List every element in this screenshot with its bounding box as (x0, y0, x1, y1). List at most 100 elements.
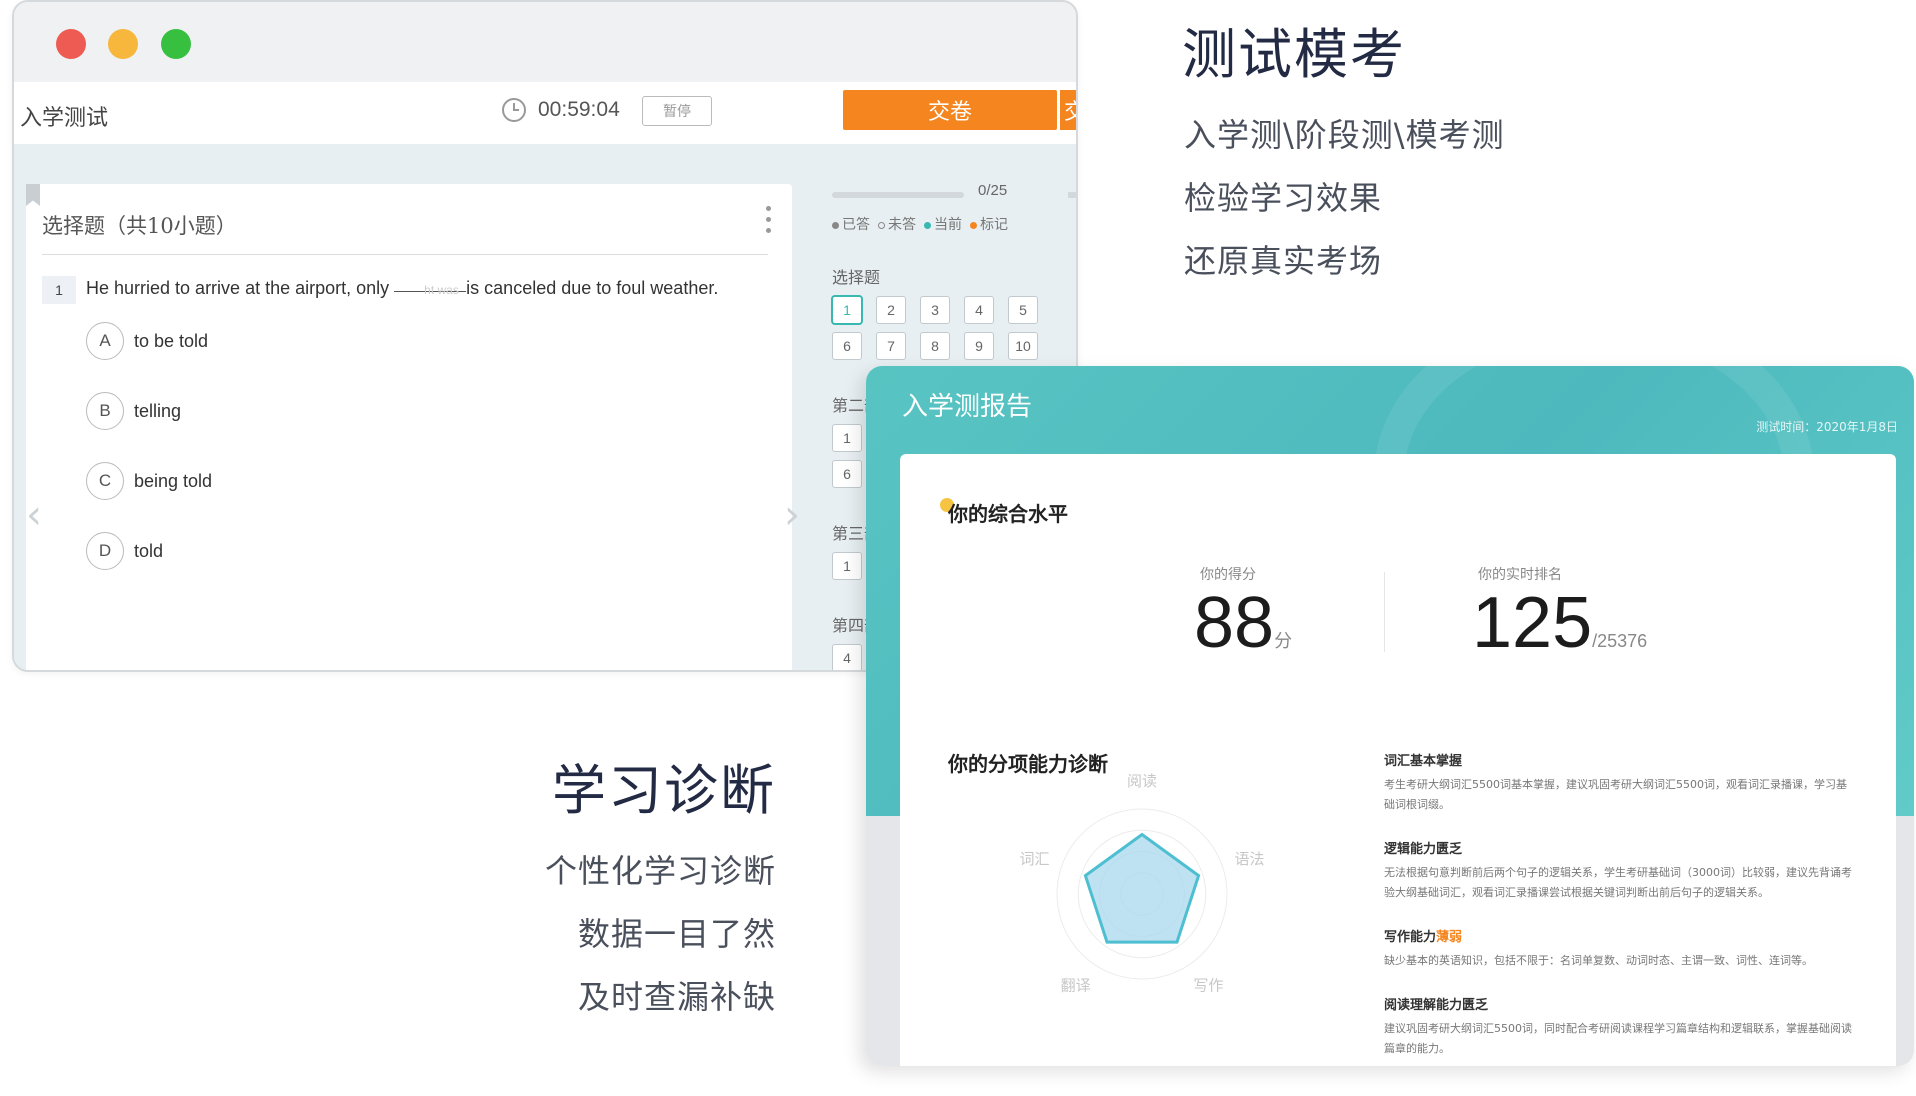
promo-bottom-line-1: 个性化学习诊断 (544, 852, 776, 890)
exam-title: 入学测试 (20, 106, 109, 131)
option-letter: D (86, 532, 124, 570)
question-number-row: 12345 (832, 296, 1038, 324)
option-b[interactable]: B telling (86, 392, 181, 430)
legend-marked: 标记 (970, 214, 1008, 234)
report-window: 入学测报告 测试时间：2020年1月8日 你的综合水平 你的得分 88分 你的实… (866, 366, 1914, 1066)
option-c[interactable]: C being told (86, 462, 212, 500)
radar-axis-label: 词汇 (1020, 850, 1050, 868)
rank-value: 125/25376 (1472, 582, 1647, 664)
submit-button-secondary[interactable]: 交 (1060, 90, 1076, 130)
rank-number: 125 (1472, 583, 1593, 663)
promo-top-line-1: 入学测\阶段测\模考测 (1184, 116, 1505, 154)
radar-axis-label: 语法 (1234, 850, 1264, 868)
overall-heading: 你的综合水平 (948, 502, 1068, 526)
radar-area (1083, 832, 1201, 944)
submit-button[interactable]: 交卷 (843, 90, 1057, 130)
diagnosis-text: 无法根据句意判断前后两个句子的逻辑关系，学生考研基础词（3000词）比较弱，建议… (1384, 866, 1852, 899)
group-label: 选择题 (832, 268, 881, 287)
next-question-icon[interactable]: › (784, 492, 800, 538)
option-d[interactable]: D told (86, 532, 163, 570)
radar-axis-label: 阅读 (1127, 772, 1157, 790)
promo-top-line-3: 还原真实考场 (1184, 242, 1383, 280)
radar-axis-label: 写作 (1193, 976, 1223, 994)
option-text: told (134, 540, 164, 561)
diagnosis-text: 缺少基本的英语知识，包括不限于：名词单复数、动词时态、主谓一致、词性、连词等。 (1384, 954, 1813, 967)
promo-top-title: 测试模考 (1182, 23, 1406, 86)
diagnosis-weak-tag: 薄弱 (1436, 930, 1463, 945)
ability-radar-chart: 阅读语法写作 翻译 词汇 (1020, 772, 1265, 994)
option-letter: A (86, 322, 124, 360)
report-card: 你的综合水平 你的得分 88分 你的实时排名 125/25376 你的分项能力诊… (900, 454, 1896, 1066)
report-title: 入学测报告 (902, 392, 1033, 422)
question-text: He hurried to arrive at the airport, onl… (86, 278, 718, 299)
option-text: being told (134, 470, 213, 491)
blank-hint: ht was (424, 283, 459, 297)
bookmark-icon[interactable] (26, 184, 40, 206)
question-blank: ht was (394, 278, 467, 297)
clock-icon (502, 98, 526, 122)
rank-total: /25376 (1592, 631, 1648, 651)
diagnosis-item-4: 阅读理解能力匮乏 建议巩固考研大纲词汇5500词，同时配合考研阅读课程学习篇章结… (1384, 994, 1854, 1059)
answer-sheet-question-button[interactable]: 1 (832, 424, 862, 452)
more-options-icon[interactable] (766, 206, 772, 236)
diagnosis-text: 建议巩固考研大纲词汇5500词，同时配合考研阅读课程学习篇章结构和逻辑联系，掌握… (1384, 1022, 1852, 1055)
section-title: 选择题（共10小题） (42, 214, 237, 238)
timer-value: 00:59:04 (538, 98, 620, 121)
diagnosis-title: 阅读理解能力匮乏 (1384, 998, 1489, 1013)
score-value: 88分 (1194, 582, 1292, 664)
diagnosis-item-3: 写作能力薄弱 缺少基本的英语知识，包括不限于：名词单复数、动词时态、主谓一致、词… (1384, 926, 1854, 971)
progress-text: 0/25 (978, 182, 1008, 199)
progress-bar (832, 192, 964, 198)
answer-sheet-question-button[interactable]: 6 (832, 332, 862, 360)
answer-legend: 已答 未答 当前 标记 (832, 214, 1008, 234)
minimize-window-button[interactable] (108, 29, 138, 59)
legend-current: 当前 (924, 214, 962, 234)
answer-sheet-question-button[interactable]: 6 (832, 460, 862, 488)
question-card: 选择题（共10小题） 1 He hurried to arrive at the… (26, 184, 800, 670)
score-number: 88 (1194, 583, 1275, 663)
question-text-after: is canceled due to foul weather. (466, 278, 719, 298)
question-text-before: He hurried to arrive at the airport, onl… (86, 278, 390, 298)
rank-label: 你的实时排名 (1478, 567, 1562, 583)
legend-todo: 未答 (878, 214, 916, 234)
pause-button[interactable]: 暂停 (642, 96, 712, 126)
option-letter: C (86, 462, 124, 500)
promo-bottom-title: 学习诊断 (552, 759, 776, 822)
promo-bottom-line-2: 数据一目了然 (577, 915, 776, 953)
diagnosis-title: 写作能力薄弱 (1384, 926, 1854, 945)
option-text: telling (134, 400, 182, 421)
diagnosis-title-text: 写作能力 (1384, 930, 1437, 945)
answer-sheet-question-button[interactable]: 7 (876, 332, 906, 360)
option-text: to be told (134, 330, 209, 351)
score-label: 你的得分 (1200, 567, 1256, 583)
previous-question-icon[interactable]: ‹ (26, 492, 42, 538)
diagnosis-item-2: 逻辑能力匮乏 无法根据句意判断前后两个句子的逻辑关系，学生考研基础词（3000词… (1384, 838, 1854, 903)
question-number-row: 6 7 8 9 10 (832, 332, 1038, 360)
answer-sheet-question-button[interactable]: 1 (832, 296, 862, 324)
answer-sheet-question-button[interactable]: 8 (920, 332, 950, 360)
exam-header: 入学测试 00:59:04 暂停 交卷 交 (14, 82, 1076, 144)
diagnosis-title: 词汇基本掌握 (1384, 754, 1463, 769)
window-titlebar (14, 2, 1076, 82)
answer-sheet-question-button[interactable]: 10 (1008, 332, 1038, 360)
divider (42, 254, 768, 255)
answer-sheet-question-button[interactable]: 9 (964, 332, 994, 360)
diagnosis-title: 逻辑能力匮乏 (1384, 842, 1463, 857)
answer-sheet-question-button[interactable]: 5 (1008, 296, 1038, 324)
option-a[interactable]: A to be told (86, 322, 208, 360)
promo-bottom-line-3: 及时查漏补缺 (577, 978, 776, 1016)
answer-sheet-question-button[interactable]: 3 (920, 296, 950, 324)
answer-sheet-question-button[interactable]: 1 (832, 552, 862, 580)
question-number: 1 (42, 276, 76, 304)
diagnosis-text: 考生考研大纲词汇5500词基本掌握，建议巩固考研大纲词汇5500词，观看词汇录播… (1384, 778, 1847, 811)
answer-sheet-question-button[interactable]: 4 (832, 644, 862, 670)
maximize-window-button[interactable] (161, 29, 191, 59)
score-unit: 分 (1274, 631, 1293, 651)
answer-sheet-question-button[interactable]: 2 (876, 296, 906, 324)
answer-sheet-question-button[interactable]: 4 (964, 296, 994, 324)
diagnosis-item-1: 词汇基本掌握 考生考研大纲词汇5500词基本掌握，建议巩固考研大纲词汇5500词… (1384, 750, 1854, 815)
legend-done: 已答 (832, 214, 870, 234)
stat-divider (1384, 572, 1385, 652)
close-window-button[interactable] (56, 29, 86, 59)
exam-timer: 00:59:04 (502, 98, 620, 122)
